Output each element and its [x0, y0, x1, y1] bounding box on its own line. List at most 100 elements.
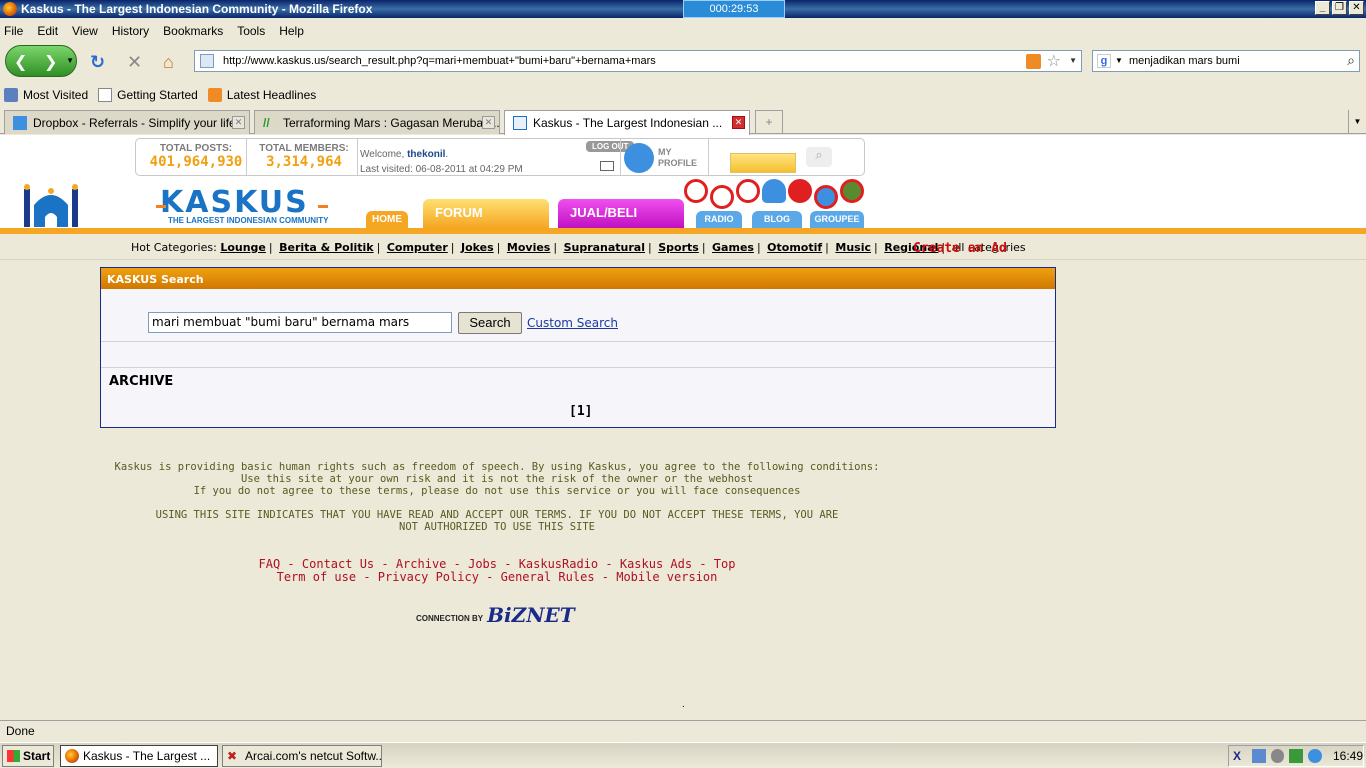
nav-blog-tab[interactable]: BLOG	[752, 211, 802, 228]
minimize-button[interactable]: _	[1315, 1, 1330, 15]
bookmark-star-icon[interactable]: ☆	[1047, 51, 1061, 71]
tab-dropbox[interactable]: Dropbox - Referrals - Simplify your life…	[4, 110, 250, 134]
footer-link-terms[interactable]: Term of use	[277, 570, 356, 584]
footer-link-contact[interactable]: Contact Us	[302, 557, 374, 571]
system-tray: X 16:49	[1228, 745, 1364, 767]
home-icon[interactable]: ⌂	[163, 52, 174, 73]
restore-button[interactable]: ❐	[1332, 1, 1347, 15]
create-ad-link[interactable]: Create an Ad	[913, 241, 1007, 256]
nav-groupee-tab[interactable]: GROUPEE	[810, 211, 864, 228]
rss-feed-icon[interactable]	[1026, 54, 1041, 69]
footer-link-privacy[interactable]: Privacy Policy	[378, 570, 479, 584]
search-input[interactable]: mari membuat "bumi baru" bernama mars	[148, 312, 452, 333]
username-link[interactable]: thekonil	[407, 149, 445, 160]
back-forward-group: ❮ ❯ ▼	[5, 45, 77, 77]
footer-link-mobile[interactable]: Mobile version	[616, 570, 717, 584]
bookmarks-toolbar: Most Visited Getting Started Latest Head…	[0, 84, 1366, 106]
bookmark-most-visited[interactable]: Most Visited	[4, 88, 88, 102]
history-dropdown-icon[interactable]: ▼	[66, 56, 74, 65]
start-button[interactable]: Start	[2, 745, 54, 767]
biznet-sponsor[interactable]: CONNECTION BY BiZNET	[416, 603, 575, 627]
tray-x-icon[interactable]: X	[1233, 749, 1247, 763]
logo-dash	[156, 205, 166, 208]
header-search-input[interactable]	[730, 153, 796, 173]
custom-search-link[interactable]: Custom Search	[527, 316, 618, 330]
close-button[interactable]: ✕	[1349, 1, 1364, 15]
tray-sync-icon[interactable]	[1308, 749, 1322, 763]
category-lounge[interactable]: Lounge	[220, 241, 266, 254]
welcome-block: Welcome, thekonil. Last visited: 06-08-2…	[360, 149, 523, 175]
engine-dropdown-icon[interactable]: ▼	[1115, 56, 1123, 65]
my-profile-link[interactable]: MY PROFILE	[624, 143, 702, 173]
url-bar[interactable]: http://www.kaskus.us/search_result.php?q…	[194, 50, 1082, 72]
bookmark-latest-headlines[interactable]: Latest Headlines	[207, 88, 316, 102]
category-movies[interactable]: Movies	[507, 241, 550, 254]
site-favicon-icon: //	[263, 115, 270, 130]
tab-close-icon[interactable]: ✕	[732, 116, 745, 129]
kaskus-logo[interactable]: KASKUS THE LARGEST INDONESIAN COMMUNITY	[156, 185, 329, 225]
reload-icon[interactable]: ↻	[90, 52, 105, 73]
tab-close-icon[interactable]: ✕	[482, 116, 495, 129]
terms-line: USING THIS SITE INDICATES THAT YOU HAVE …	[155, 509, 839, 521]
back-arrow-icon[interactable]: ❮	[14, 52, 27, 72]
logo-tagline: THE LARGEST INDONESIAN COMMUNITY	[168, 216, 329, 225]
category-sports[interactable]: Sports	[658, 241, 699, 254]
nav-home-tab[interactable]: HOME	[366, 211, 408, 228]
divider	[101, 367, 1055, 368]
tab-kaskus[interactable]: Kaskus - The Largest Indonesian ... ✕	[504, 110, 750, 135]
category-berita-politik[interactable]: Berita & Politik	[279, 241, 373, 254]
menu-help[interactable]: Help	[279, 24, 304, 38]
stop-icon[interactable]: ✕	[127, 52, 142, 73]
tab-list-dropdown-icon[interactable]: ▼	[1348, 110, 1366, 134]
tray-antivirus-icon[interactable]	[1289, 749, 1304, 763]
menu-file[interactable]: File	[4, 24, 23, 38]
footer-links-row: Term of use - Privacy Policy - General R…	[276, 570, 718, 584]
tab-terraforming[interactable]: // Terraforming Mars : Gagasan Merubah .…	[254, 110, 500, 134]
tray-network-icon[interactable]	[1251, 749, 1266, 763]
category-otomotif[interactable]: Otomotif	[767, 241, 822, 254]
category-games[interactable]: Games	[712, 241, 754, 254]
google-engine-icon[interactable]: g	[1097, 54, 1111, 68]
task-firefox[interactable]: Kaskus - The Largest ...	[60, 745, 218, 767]
menu-tools[interactable]: Tools	[237, 24, 265, 38]
task-netcut[interactable]: ✖ Arcai.com's netcut Softw...	[222, 745, 382, 767]
bookmark-getting-started[interactable]: Getting Started	[98, 88, 198, 102]
search-icon[interactable]: ⌕	[1347, 52, 1355, 69]
bookmark-folder-icon	[4, 88, 18, 102]
web-search-bar[interactable]: g ▼ menjadikan mars bumi ⌕	[1092, 50, 1360, 72]
tab-close-icon[interactable]: ✕	[232, 116, 245, 129]
nav-jualbeli-tab[interactable]: JUAL/BELI	[558, 199, 684, 228]
menu-edit[interactable]: Edit	[37, 24, 58, 38]
nav-forum-tab[interactable]: FORUM	[423, 199, 549, 228]
category-supranatural[interactable]: Supranatural	[564, 241, 645, 254]
footer-link-archive[interactable]: Archive	[396, 557, 447, 571]
footer-link-jobs[interactable]: Jobs	[468, 557, 497, 571]
category-computer[interactable]: Computer	[387, 241, 448, 254]
tray-shield-icon[interactable]	[1270, 749, 1285, 763]
footer-link-faq[interactable]: FAQ	[259, 557, 281, 571]
mail-icon[interactable]	[600, 161, 614, 171]
nav-radio-tab[interactable]: RADIO	[696, 211, 742, 228]
category-jokes[interactable]: Jokes	[461, 241, 494, 254]
bookmark-label: Getting Started	[117, 88, 198, 102]
firefox-icon	[3, 2, 17, 16]
menu-bookmarks[interactable]: Bookmarks	[163, 24, 223, 38]
url-dropdown-icon[interactable]: ▼	[1069, 56, 1077, 65]
window-titlebar: Kaskus - The Largest Indonesian Communit…	[0, 0, 1366, 18]
footer-link-ads[interactable]: Kaskus Ads	[620, 557, 692, 571]
connection-label: CONNECTION BY	[416, 614, 484, 623]
menu-view[interactable]: View	[72, 24, 98, 38]
search-button[interactable]: Search	[458, 312, 522, 334]
footer-link-top[interactable]: Top	[714, 557, 736, 571]
new-tab-button[interactable]: +	[755, 110, 783, 134]
footer-link-radio[interactable]: KaskusRadio	[519, 557, 598, 571]
footer-link-rules[interactable]: General Rules	[501, 570, 595, 584]
site-identity-icon[interactable]	[200, 54, 214, 68]
page-link[interactable]: [1]	[569, 404, 592, 419]
header-search-icon[interactable]: ⌕	[806, 147, 832, 167]
menu-history[interactable]: History	[112, 24, 149, 38]
no-junk-icon	[814, 185, 838, 209]
forward-arrow-icon[interactable]: ❯	[44, 52, 57, 72]
window-controls: _ ❐ ✕	[1315, 1, 1364, 15]
category-music[interactable]: Music	[835, 241, 871, 254]
